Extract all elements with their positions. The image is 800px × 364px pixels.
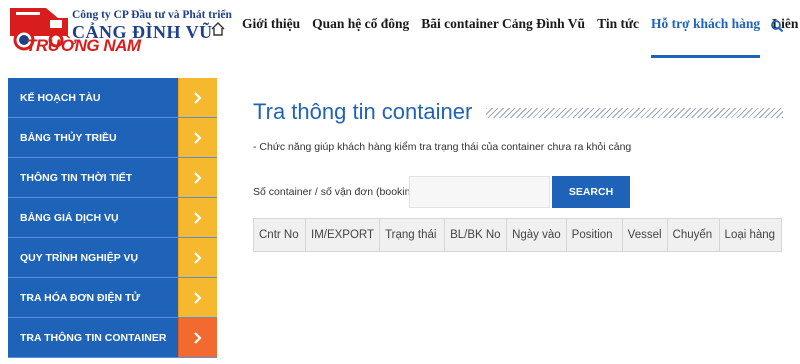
sidebar-item-ke-hoach-tau[interactable]: KẾ HOẠCH TÀU (8, 78, 217, 118)
sidebar-item-tra-thong-tin-container[interactable]: TRA THÔNG TIN CONTAINER (8, 318, 217, 358)
sidebar-item-label: THÔNG TIN THỜI TIẾT (8, 158, 178, 197)
chevron-right-icon (178, 238, 217, 277)
page-description: - Chức năng giúp khách hàng kiểm tra trạ… (253, 141, 632, 153)
column-header-im-export: IM/EXPORT (304, 218, 381, 252)
sidebar-item-quy-trinh-nghiep-vu[interactable]: QUY TRÌNH NGHIỆP VỤ (8, 238, 217, 278)
sidebar-item-label: TRA THÔNG TIN CONTAINER (8, 318, 178, 357)
search-button[interactable]: SEARCH (552, 176, 630, 208)
sidebar-item-label: TRA HÓA ĐƠN ĐIỆN TỬ (8, 278, 178, 317)
site-header: Công ty CP Đầu tư và Phát triển CẢNG ĐÌN… (0, 0, 800, 58)
sidebar-item-label: QUY TRÌNH NGHIỆP VỤ (8, 238, 178, 277)
nav-item-bai-container[interactable]: Bãi container Cảng Đình Vũ (421, 0, 585, 58)
sidebar-menu: KẾ HOẠCH TÀU BẢNG THỦY TRIỀU THÔNG TIN T… (8, 78, 217, 358)
sidebar-item-label: BẢNG GIÁ DỊCH VỤ (8, 198, 178, 237)
nav-item-gioi-thieu[interactable]: Giới thiệu (242, 0, 300, 58)
sidebar-item-thong-tin-thoi-tiet[interactable]: THÔNG TIN THỜI TIẾT (8, 158, 217, 198)
sidebar-item-label: BẢNG THỦY TRIỀU (8, 118, 178, 157)
search-form: Số container / số vận đơn (booking) SEAR… (253, 176, 630, 208)
nav-item-tin-tuc[interactable]: Tin tức (597, 0, 639, 58)
container-search-input[interactable] (409, 176, 550, 208)
nav-item-ho-tro-khach-hang[interactable]: Hỗ trợ khách hàng (651, 0, 761, 58)
watermark-text: TRƯỜNG NAM (26, 36, 141, 55)
column-header-loai-hang: Loại hàng (718, 218, 782, 252)
column-header-vessel: Vessel (621, 218, 668, 252)
chevron-right-icon (178, 318, 217, 357)
title-divider (486, 108, 783, 118)
site-logo[interactable]: Công ty CP Đầu tư và Phát triển CẢNG ĐÌN… (4, 0, 232, 58)
sidebar-item-label: KẾ HOẠCH TÀU (8, 78, 178, 117)
sidebar-item-bang-thuy-trieu[interactable]: BẢNG THỦY TRIỀU (8, 118, 217, 158)
chevron-right-icon (178, 78, 217, 117)
main-content: Tra thông tin container - Chức năng giúp… (253, 98, 783, 252)
column-header-bl-bk-no: BL/BK No (444, 218, 508, 252)
column-header-trang-thai: Trạng thái (379, 218, 446, 252)
search-label: Số container / số vận đơn (booking) (253, 186, 420, 198)
page-title: Tra thông tin container (253, 99, 473, 124)
column-header-chuyen: Chuyến (666, 218, 720, 252)
chevron-right-icon (178, 198, 217, 237)
nav-item-quan-he-co-dong[interactable]: Quan hệ cổ đông (312, 0, 409, 58)
sidebar-item-tra-hoa-don-dien-tu[interactable]: TRA HÓA ĐƠN ĐIỆN TỬ (8, 278, 217, 318)
search-icon[interactable] (770, 19, 786, 35)
chevron-right-icon (178, 278, 217, 317)
chevron-right-icon (178, 158, 217, 197)
results-table: Cntr No IM/EXPORT Trạng thái BL/BK No Ng… (253, 218, 782, 252)
title-row: Tra thông tin container (253, 98, 783, 126)
chevron-right-icon (178, 118, 217, 157)
home-icon[interactable] (208, 19, 228, 39)
column-header-cntr-no: Cntr No (253, 218, 306, 252)
table-header-row: Cntr No IM/EXPORT Trạng thái BL/BK No Ng… (253, 218, 782, 252)
main-nav: Giới thiệu Quan hệ cổ đông Bãi container… (208, 0, 800, 58)
column-header-position: Position (565, 218, 623, 252)
sidebar-item-bang-gia-dich-vu[interactable]: BẢNG GIÁ DỊCH VỤ (8, 198, 217, 238)
column-header-ngay-vao: Ngày vào (506, 218, 567, 252)
